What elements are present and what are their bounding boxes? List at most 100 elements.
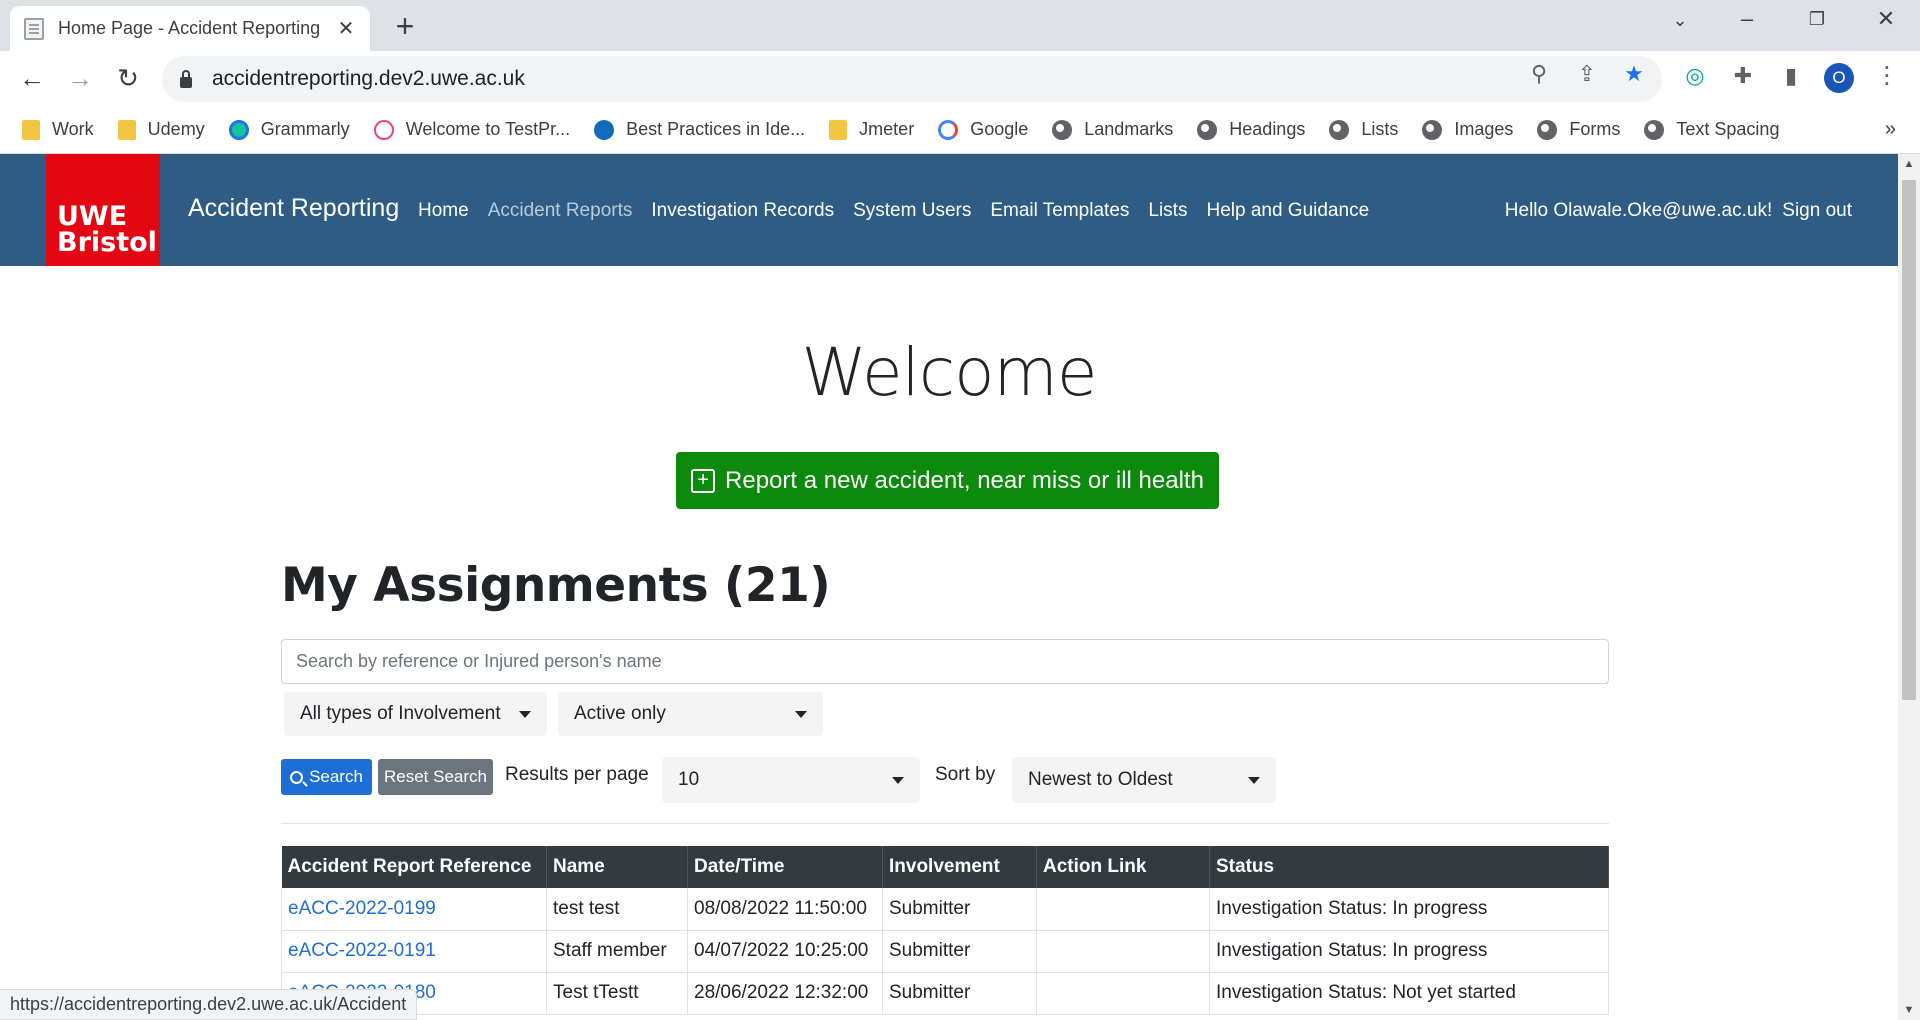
bookmark-item[interactable]: Landmarks [1052, 119, 1173, 140]
involvement-filter-value: All types of Involvement [300, 703, 501, 724]
sort-select[interactable]: Newest to Oldest [1012, 757, 1276, 803]
new-tab-icon[interactable]: + [388, 8, 422, 44]
search-button[interactable]: Search [281, 759, 372, 795]
report-new-accident-button[interactable]: + Report a new accident, near miss or il… [676, 452, 1219, 509]
side-panel-icon[interactable]: ▮ [1776, 61, 1806, 91]
cell-datetime: 04/07/2022 10:25:00 [687, 930, 883, 973]
close-tab-icon[interactable]: ✕ [336, 16, 356, 41]
grammarly-icon [228, 119, 249, 140]
bookmark-item[interactable]: Best Practices in Ide... [594, 119, 805, 140]
reset-search-button[interactable]: Reset Search [378, 759, 493, 795]
scrollbar-thumb[interactable] [1902, 180, 1916, 700]
table-row: eACC-2022-0199 test test 08/08/2022 11:50:… [281, 888, 1609, 931]
link-status-bar: https://accidentreporting.dev2.uwe.ac.uk… [0, 989, 418, 1020]
share-icon[interactable]: ⇪ [1573, 61, 1601, 87]
assignments-table: Accident Report Reference Name Date/Time… [281, 846, 1609, 1015]
bookmark-label: Forms [1569, 119, 1621, 139]
address-url[interactable]: accidentreporting.dev2.uwe.ac.uk [212, 67, 525, 91]
nav-system-users[interactable]: System Users [853, 200, 971, 222]
bookmark-item[interactable]: Google [938, 119, 1028, 140]
lock-icon[interactable] [180, 69, 192, 88]
scroll-up-icon[interactable]: ▲ [1898, 158, 1920, 170]
bookmark-label: Google [970, 119, 1029, 139]
back-icon[interactable]: ← [16, 63, 48, 93]
globe-icon [1197, 119, 1218, 140]
cell-status: Investigation Status: In progress [1209, 930, 1609, 973]
bookmark-label: Work [52, 119, 94, 139]
logo-line-2: Bristol [57, 227, 157, 258]
extension-icon[interactable]: ◎ [1680, 61, 1710, 91]
page-favicon-icon [24, 17, 44, 40]
bookmark-item[interactable]: Forms [1537, 119, 1620, 140]
page-scrollbar[interactable]: ▲ ▼ [1898, 154, 1920, 1020]
results-per-page-select[interactable]: 10 [662, 757, 920, 803]
browser-tab[interactable]: Home Page - Accident Reporting ✕ [10, 6, 370, 51]
nav-email-templates[interactable]: Email Templates [990, 200, 1129, 222]
cell-action [1036, 972, 1210, 1015]
close-window-icon[interactable]: ✕ [1866, 6, 1906, 32]
search-input[interactable]: Search by reference or Injured person's … [281, 639, 1609, 684]
bookmarks-bar: Work Udemy Grammarly Welcome to TestPr... Be… [0, 106, 1920, 154]
forward-icon[interactable]: → [64, 63, 96, 93]
col-involvement[interactable]: Involvement [882, 846, 1037, 888]
table-row: eACC-2022-0191 Staff member 04/07/2022 10:… [281, 930, 1609, 973]
col-datetime[interactable]: Date/Time [687, 846, 883, 888]
nav-home[interactable]: Home [418, 200, 469, 222]
cell-status: Investigation Status: In progress [1209, 888, 1609, 931]
report-button-label: Report a new accident, near miss or ill … [725, 466, 1204, 494]
folder-icon [829, 119, 848, 140]
globe-icon [1422, 119, 1443, 140]
bookmark-item[interactable]: Lists [1329, 119, 1398, 140]
nav-lists[interactable]: Lists [1148, 200, 1187, 222]
cell-ref: eACC-2022-0199 [281, 888, 547, 931]
col-status[interactable]: Status [1209, 846, 1609, 888]
report-reference-link[interactable]: eACC-2022-0199 [288, 898, 436, 919]
cell-involvement: Submitter [882, 888, 1037, 931]
site-brand[interactable]: Accident Reporting [188, 194, 399, 223]
bookmark-item[interactable]: Headings [1197, 119, 1305, 140]
browser-tabstrip: Home Page - Accident Reporting ✕ + ⌄ – ❐… [0, 0, 1920, 51]
bookmark-label: Welcome to TestPr... [405, 119, 571, 139]
bookmark-item[interactable]: Images [1422, 119, 1513, 140]
bookmark-item[interactable]: Grammarly [228, 119, 350, 140]
bookmark-label: Best Practices in Ide... [626, 119, 806, 139]
nav-investigation-records[interactable]: Investigation Records [651, 200, 834, 222]
bookmark-item[interactable]: Work [22, 119, 94, 140]
profile-avatar[interactable]: O [1824, 63, 1854, 93]
involvement-filter-select[interactable]: All types of Involvement [284, 692, 547, 736]
tab-search-icon[interactable]: ⌄ [1660, 10, 1700, 31]
extensions-puzzle-icon[interactable]: ✚ [1728, 61, 1758, 91]
search-placeholder: Search by reference or Injured person's … [296, 651, 662, 671]
browser-menu-icon[interactable]: ⋮ [1872, 61, 1902, 91]
restore-icon[interactable]: ❐ [1797, 9, 1837, 30]
col-name[interactable]: Name [546, 846, 688, 888]
globe-icon [1329, 119, 1350, 140]
table-header-row: Accident Report Reference Name Date/Time… [281, 846, 1609, 888]
bookmark-label: Lists [1361, 119, 1399, 139]
more-bookmarks-icon[interactable]: » [1885, 118, 1896, 141]
bookmark-item[interactable]: Welcome to TestPr... [373, 119, 571, 140]
col-reference[interactable]: Accident Report Reference [281, 846, 547, 888]
signout-link[interactable]: Sign out [1782, 200, 1852, 222]
cell-name: Test tTestt [546, 972, 688, 1015]
tab-title: Home Page - Accident Reporting [58, 18, 321, 38]
bookmark-item[interactable]: Text Spacing [1644, 119, 1779, 140]
sort-value: Newest to Oldest [1028, 769, 1173, 790]
scroll-down-icon[interactable]: ▼ [1898, 1004, 1920, 1016]
address-bar[interactable]: accidentreporting.dev2.uwe.ac.uk [162, 56, 1662, 102]
bookmark-item[interactable]: Jmeter [829, 119, 914, 140]
bookmark-star-icon[interactable]: ★ [1620, 61, 1648, 87]
bookmark-label: Text Spacing [1676, 119, 1780, 139]
nav-accident-reports[interactable]: Accident Reports [488, 200, 633, 222]
active-filter-select[interactable]: Active only [558, 692, 823, 736]
uwe-bristol-logo[interactable]: UWE Bristol [46, 154, 160, 266]
cell-datetime: 28/06/2022 12:32:00 [687, 972, 883, 1015]
reload-icon[interactable]: ↻ [112, 63, 144, 93]
nav-help-and-guidance[interactable]: Help and Guidance [1206, 200, 1369, 222]
report-reference-link[interactable]: eACC-2022-0191 [288, 940, 436, 961]
col-action-link[interactable]: Action Link [1036, 846, 1210, 888]
user-greeting[interactable]: Hello Olawale.Oke@uwe.ac.uk! [1505, 200, 1772, 222]
zoom-icon[interactable]: ⚲ [1525, 61, 1553, 87]
minimize-icon[interactable]: – [1727, 6, 1767, 32]
bookmark-item[interactable]: Udemy [117, 119, 205, 140]
